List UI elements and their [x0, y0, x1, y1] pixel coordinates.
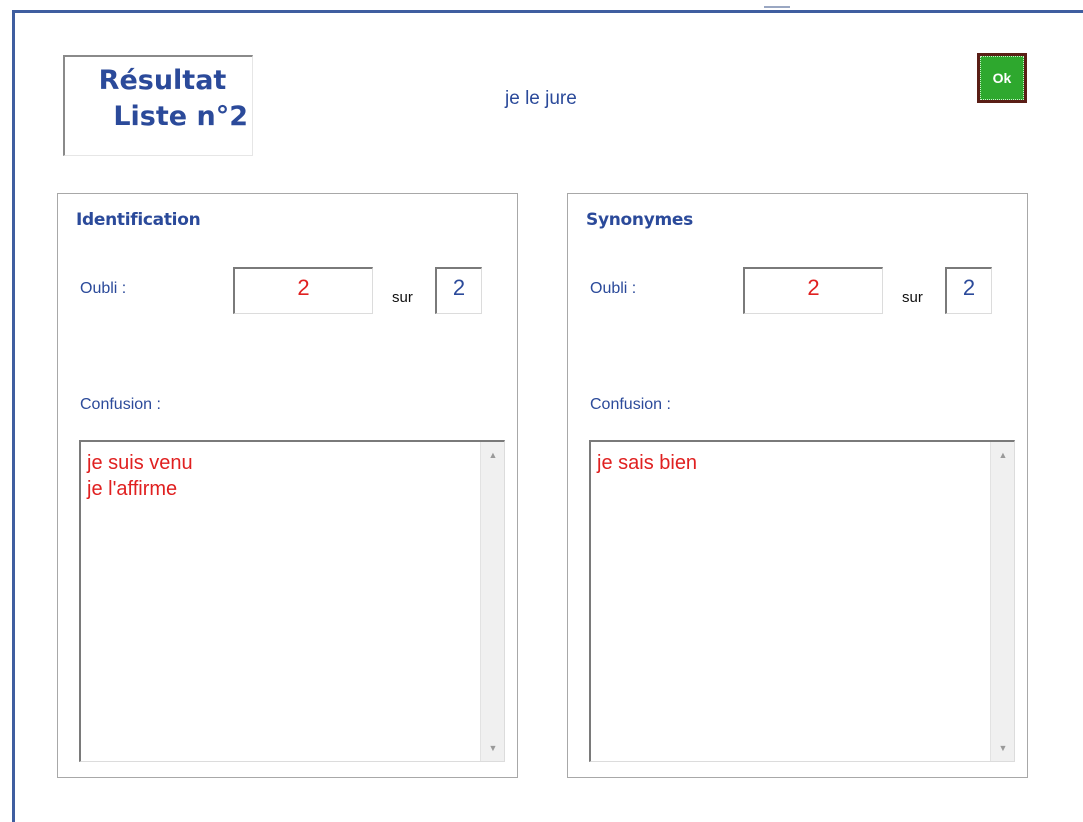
ok-button-label: Ok	[980, 56, 1024, 100]
oubli-count-field: 2	[233, 267, 373, 314]
target-word: je le jure	[505, 88, 577, 109]
confusion-text: je sais bien	[597, 450, 988, 476]
list-item: je l'affirme	[87, 478, 178, 500]
confusion-list[interactable]: je suis venu je l'affirme ▲ ▼	[79, 440, 505, 762]
confusion-label: Confusion :	[590, 396, 671, 413]
confusion-list[interactable]: je sais bien ▲ ▼	[589, 440, 1015, 762]
total-count-field: 2	[945, 267, 992, 314]
identification-group: Identification Oubli : 2 sur 2 Confusion…	[57, 193, 518, 778]
result-title: Résultat	[98, 65, 227, 96]
ok-button[interactable]: Ok	[977, 53, 1027, 103]
sur-label: sur	[392, 289, 413, 306]
vertical-scrollbar[interactable]: ▲ ▼	[480, 442, 504, 761]
oubli-count-field: 2	[743, 267, 883, 314]
confusion-text: je suis venu je l'affirme	[87, 450, 478, 502]
window-top-strip	[0, 0, 1083, 10]
oubli-label: Oubli :	[590, 280, 637, 297]
scroll-up-arrow-icon[interactable]: ▲	[991, 444, 1015, 466]
result-title-box: Résultat Liste n°2	[63, 55, 253, 156]
list-number: Liste n°2	[113, 101, 248, 132]
group-title: Synonymes	[586, 210, 693, 230]
scroll-down-arrow-icon[interactable]: ▼	[481, 737, 505, 759]
sur-label: sur	[902, 289, 923, 306]
confusion-label: Confusion :	[80, 396, 161, 413]
group-title: Identification	[76, 210, 201, 230]
oubli-label: Oubli :	[80, 280, 127, 297]
window-frame-top	[12, 10, 1083, 13]
total-count-field: 2	[435, 267, 482, 314]
scroll-up-arrow-icon[interactable]: ▲	[481, 444, 505, 466]
list-item: je suis venu	[87, 452, 193, 474]
scroll-down-arrow-icon[interactable]: ▼	[991, 737, 1015, 759]
window-frame-left	[12, 10, 15, 822]
results-window: Résultat Liste n°2 je le jure Ok Identif…	[0, 0, 1083, 822]
vertical-scrollbar[interactable]: ▲ ▼	[990, 442, 1014, 761]
list-item: je sais bien	[597, 452, 698, 474]
synonymes-group: Synonymes Oubli : 2 sur 2 Confusion : je…	[567, 193, 1028, 778]
window-tab-notch	[764, 6, 790, 8]
